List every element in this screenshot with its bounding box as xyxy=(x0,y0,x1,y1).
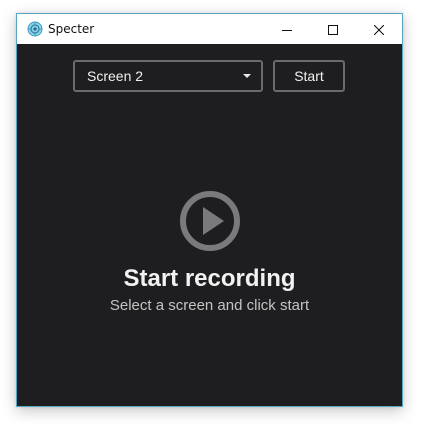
empty-state-heading: Start recording xyxy=(123,265,296,292)
close-icon xyxy=(373,20,385,39)
maximize-button[interactable] xyxy=(310,14,356,44)
specter-logo-icon xyxy=(27,21,43,37)
app-window: Specter Screen 2 Start Start recording S… xyxy=(16,13,403,407)
screen-select[interactable]: Screen 2 xyxy=(73,60,263,92)
minimize-icon xyxy=(282,20,292,39)
main-content: Screen 2 Start Start recording Select a … xyxy=(17,44,402,406)
start-button[interactable]: Start xyxy=(273,60,345,92)
play-circle-icon xyxy=(179,190,241,252)
maximize-icon xyxy=(328,20,338,39)
close-button[interactable] xyxy=(356,14,402,44)
screen-select-value: Screen 2 xyxy=(87,68,144,84)
empty-state-message: Select a screen and click start xyxy=(109,297,310,314)
minimize-button[interactable] xyxy=(264,14,310,44)
caret-down-icon xyxy=(243,74,251,78)
title-bar[interactable]: Specter xyxy=(17,14,402,44)
window-title: Specter xyxy=(48,22,95,36)
